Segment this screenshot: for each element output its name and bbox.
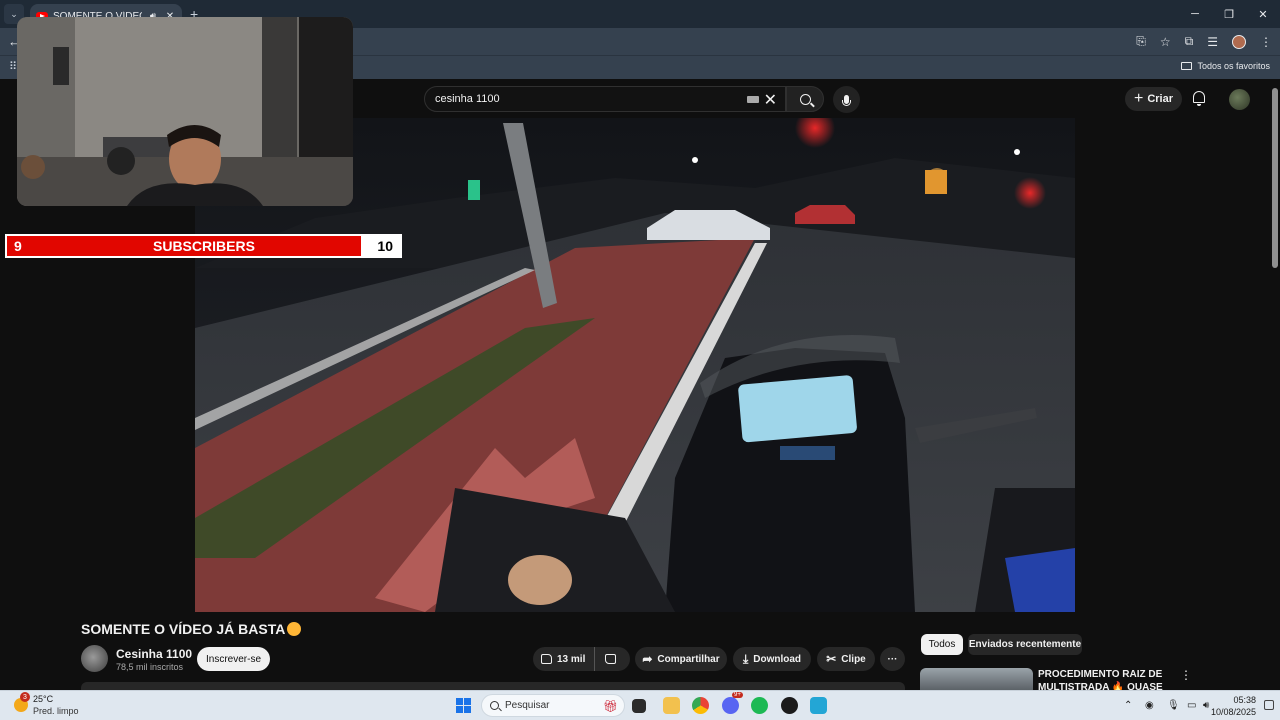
clip-button[interactable]: ✂ Clipe — [817, 647, 875, 671]
subscriber-goal: 10 — [377, 238, 393, 254]
taskbar-clock[interactable]: 05:38 10/08/2025 — [1211, 694, 1256, 718]
task-view-icon[interactable] — [632, 699, 646, 713]
plus-icon: + — [1133, 90, 1144, 107]
file-explorer-icon[interactable] — [663, 697, 680, 714]
more-actions-button[interactable]: ··· — [880, 647, 905, 671]
taskbar-search[interactable]: Pesquisar 🎁︎ — [481, 694, 625, 717]
microphone-icon — [842, 95, 851, 106]
download-label: Download — [753, 653, 802, 665]
channel-avatar[interactable] — [81, 645, 108, 672]
search-query: cesinha 1100 — [435, 93, 500, 105]
spotify-icon[interactable] — [751, 697, 768, 714]
chip-recently-uploaded[interactable]: Enviados recentemente — [968, 634, 1082, 655]
like-dislike-group: 13 mil — [533, 647, 630, 671]
weather-description[interactable]: Pred. limpo — [33, 706, 79, 716]
keyboard-icon[interactable] — [747, 96, 759, 103]
webcam-overlay — [17, 17, 353, 206]
gift-icon: 🎁︎ — [602, 699, 618, 713]
tray-mic-icon[interactable]: 🎙︎ — [1167, 700, 1180, 711]
description-box[interactable] — [81, 682, 905, 690]
webcam-frame — [17, 17, 353, 206]
search-input[interactable]: cesinha 1100 ✕ — [424, 86, 786, 112]
video-title: SOMENTE O VÍDEO JÁ BASTA — [81, 621, 302, 637]
create-label: Criar — [1147, 93, 1174, 105]
search-icon — [799, 93, 811, 105]
discord-icon[interactable] — [722, 697, 739, 714]
weather-badge: 3 — [20, 692, 30, 702]
search-button[interactable] — [786, 86, 824, 112]
profile-avatar[interactable] — [1232, 34, 1246, 49]
dislike-button[interactable] — [605, 654, 616, 664]
channel-name[interactable]: Cesinha 1100 — [116, 647, 192, 661]
apps-grid-icon[interactable]: ⠿ — [9, 60, 17, 73]
volume-icon[interactable]: 🔊︎ — [1203, 700, 1209, 711]
restore-button[interactable]: ❐ — [1212, 0, 1246, 28]
chrome-icon[interactable] — [692, 697, 709, 714]
toolbar-icons: ⎘ ☆ ⧉ ☰ ⋮ — [1136, 28, 1272, 55]
tray-chevron-icon[interactable]: ⌃ — [1124, 700, 1132, 711]
recommended-title[interactable]: PROCEDIMENTO RAIZ DE MULTISTRADA 🔥 QUASE… — [1038, 668, 1170, 690]
app-icon[interactable] — [810, 697, 827, 714]
install-app-icon[interactable]: ⎘ — [1136, 34, 1146, 49]
download-icon: ⤓ — [742, 651, 749, 666]
extensions-icon[interactable]: ⧉ — [1185, 34, 1194, 49]
voice-search-button[interactable] — [833, 86, 860, 113]
all-bookmarks-button[interactable]: Todos os favoritos — [1181, 61, 1270, 71]
network-icon[interactable]: ▭ — [1187, 700, 1196, 711]
recommended-thumbnail[interactable] — [920, 668, 1033, 690]
kebab-menu-icon[interactable]: ⋮ — [1260, 35, 1272, 49]
user-avatar[interactable] — [1229, 89, 1250, 110]
share-button[interactable]: ➦ Compartilhar — [635, 647, 727, 671]
create-button[interactable]: + Criar — [1125, 87, 1182, 111]
media-control-icon[interactable]: ☰ — [1207, 35, 1218, 49]
windows-taskbar: 3 25°C Pred. limpo Pesquisar 🎁︎ 9+ ⌃ ◉ 🎙… — [0, 690, 1280, 720]
chip-all[interactable]: Todos — [921, 634, 963, 655]
start-button[interactable] — [456, 698, 471, 713]
search-icon — [490, 701, 499, 710]
subscriber-label: SUBSCRIBERS — [153, 238, 255, 254]
like-count: 13 mil — [557, 653, 586, 665]
emoji-icon — [287, 622, 302, 636]
clock-time: 05:38 — [1233, 695, 1256, 705]
notifications-bell-icon[interactable] — [1193, 91, 1205, 106]
recommended-more-icon[interactable]: ⋮ — [1180, 668, 1192, 682]
close-window-button[interactable]: ✕ — [1246, 0, 1280, 28]
clear-search-icon[interactable]: ✕ — [764, 90, 777, 110]
thumbs-up-icon — [541, 654, 552, 664]
chevron-down-icon: ⌄ — [10, 8, 18, 19]
share-icon: ➦ — [642, 652, 653, 666]
discord-badge: 9+ — [732, 692, 743, 698]
subscriber-goal-bar: 9 SUBSCRIBERS 10 — [5, 234, 402, 258]
share-label: Compartilhar — [657, 653, 720, 665]
video-title-text: SOMENTE O VÍDEO JÁ BASTA — [81, 621, 286, 637]
subscriber-count: 9 — [14, 238, 22, 254]
like-button[interactable]: 13 mil — [533, 647, 595, 671]
window-controls: ─ ❐ ✕ — [1178, 0, 1280, 28]
clip-label: Clipe — [841, 653, 866, 665]
steam-icon[interactable] — [781, 697, 798, 714]
notifications-icon[interactable] — [1264, 700, 1274, 710]
weather-temperature[interactable]: 25°C — [33, 694, 53, 704]
channel-subscribers: 78,5 mil inscritos — [116, 662, 184, 672]
all-bookmarks-label: Todos os favoritos — [1197, 61, 1270, 71]
scissors-icon: ✂ — [826, 652, 837, 666]
minimize-button[interactable]: ─ — [1178, 0, 1212, 28]
tray-app-icon[interactable]: ◉ — [1145, 700, 1154, 711]
taskbar-search-placeholder: Pesquisar — [505, 700, 550, 711]
page-scrollbar[interactable] — [1272, 88, 1278, 268]
clock-date: 10/08/2025 — [1210, 707, 1256, 717]
download-button[interactable]: ⤓ Download — [733, 647, 811, 671]
subscribe-button[interactable]: Inscrever-se — [197, 647, 270, 671]
bookmark-star-icon[interactable]: ☆ — [1160, 35, 1171, 49]
folder-icon — [1181, 62, 1193, 70]
